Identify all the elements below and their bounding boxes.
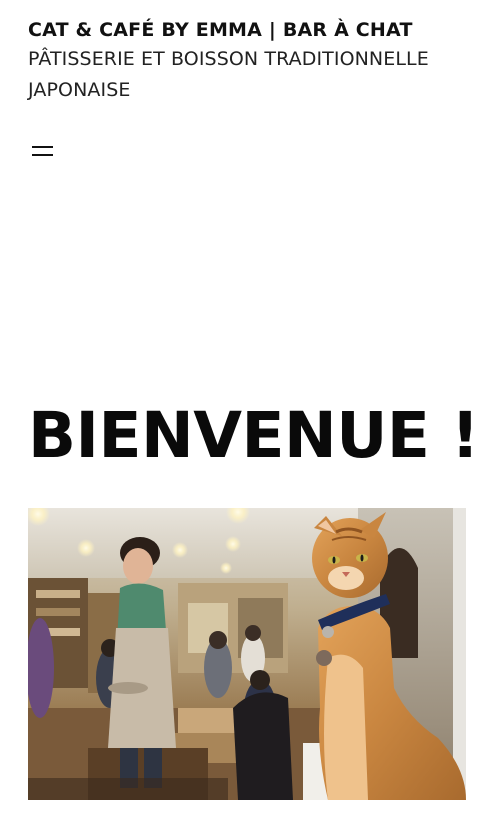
- site-header: CAT & CAFÉ BY EMMA | BAR À CHAT PÂTISSER…: [28, 16, 458, 106]
- hamburger-menu-icon: [32, 146, 53, 148]
- page-heading: BIENVENUE !: [28, 399, 477, 472]
- hero-image: [28, 508, 466, 800]
- menu-toggle-button[interactable]: [30, 141, 56, 165]
- site-title[interactable]: CAT & CAFÉ BY EMMA | BAR À CHAT: [28, 16, 458, 44]
- cat-cafe-photo: [28, 508, 466, 800]
- site-tagline: PÂTISSERIE ET BOISSON TRADITIONNELLE JAP…: [28, 48, 429, 101]
